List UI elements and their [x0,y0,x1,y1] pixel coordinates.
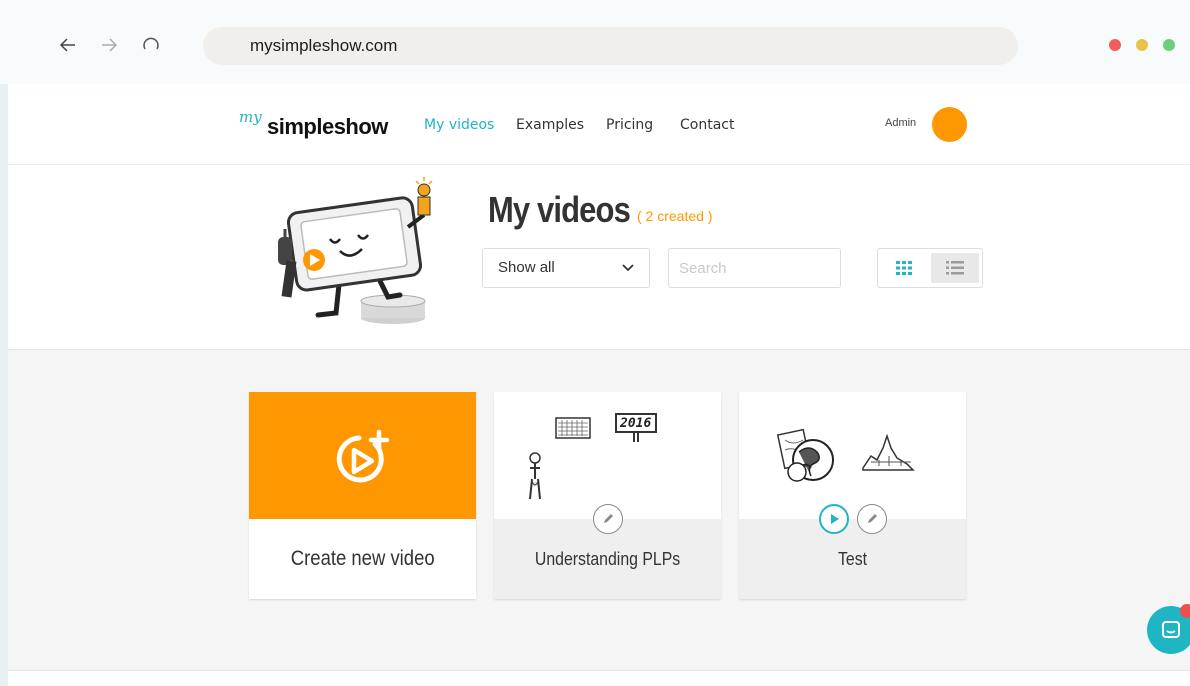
created-count: ( 2 created ) [637,208,713,224]
view-toggle [877,248,983,288]
top-navigation: my simpleshow My videos Examples Pricing… [8,84,1190,165]
chat-icon [1162,621,1180,638]
video-illustration [529,413,657,500]
play-icon [831,514,839,524]
pencil-icon [604,514,613,523]
arrow-left-icon [59,38,75,52]
mascot-illustration [278,177,433,324]
window-dot-yellow[interactable] [1136,39,1148,51]
nav-contact[interactable]: Contact [680,117,734,133]
url-text: mysimpleshow.com [250,36,398,55]
forward-button[interactable] [97,33,121,57]
year-label: 2016 [620,416,652,431]
page-title: My videos [488,189,631,230]
video-title: Test [837,548,868,569]
web-page: my simpleshow My videos Examples Pricing… [8,84,1190,686]
video-card-footer: Test [739,519,966,599]
browser-chrome: mysimpleshow.com [0,0,1190,84]
video-thumbnail: 2016 [494,392,721,519]
pencil-icon [868,514,877,523]
create-video-card[interactable]: Create new video [249,392,476,599]
logo-prefix: my [239,108,262,126]
create-video-footer: Create new video [249,519,476,599]
video-title: Understanding PLPs [534,548,681,569]
filter-dropdown[interactable]: Show all [482,248,650,288]
reload-icon [143,37,159,50]
create-video-thumb [249,392,476,519]
notification-badge [1180,604,1190,618]
page-footer-edge [8,670,1190,686]
grid-icon [896,261,912,275]
play-button[interactable] [819,504,849,534]
edit-button[interactable] [857,504,887,534]
video-thumbnail [739,392,966,519]
video-title: Create new video [290,547,435,570]
window-dot-green[interactable] [1163,39,1175,51]
logo-brand: simpleshow [267,114,388,139]
video-card[interactable]: 2016 Understanding PLPs [494,392,721,599]
list-icon [946,261,964,275]
reload-button[interactable] [139,33,163,57]
avatar[interactable] [932,107,967,142]
nav-my-videos[interactable]: My videos [424,117,494,133]
user-name[interactable]: Admin [885,117,916,129]
window-dot-red[interactable] [1109,39,1121,51]
filter-value: Show all [498,259,555,276]
address-bar[interactable]: mysimpleshow.com [203,27,1018,65]
edit-button[interactable] [593,504,623,534]
video-illustration [776,428,915,482]
back-button[interactable] [56,33,80,57]
video-card[interactable]: Test [739,392,966,599]
search-input[interactable] [668,248,841,288]
nav-examples[interactable]: Examples [516,117,584,133]
arrow-right-icon [102,38,118,52]
chevron-down-icon [622,264,634,272]
video-grid: Create new video 2016 Understanding PLPs… [8,350,1190,670]
grid-view-button[interactable] [880,253,928,283]
list-view-button[interactable] [931,253,979,283]
page-header: My videos ( 2 created ) Show all [8,165,1190,350]
nav-pricing[interactable]: Pricing [606,117,653,133]
add-video-icon [336,429,390,483]
